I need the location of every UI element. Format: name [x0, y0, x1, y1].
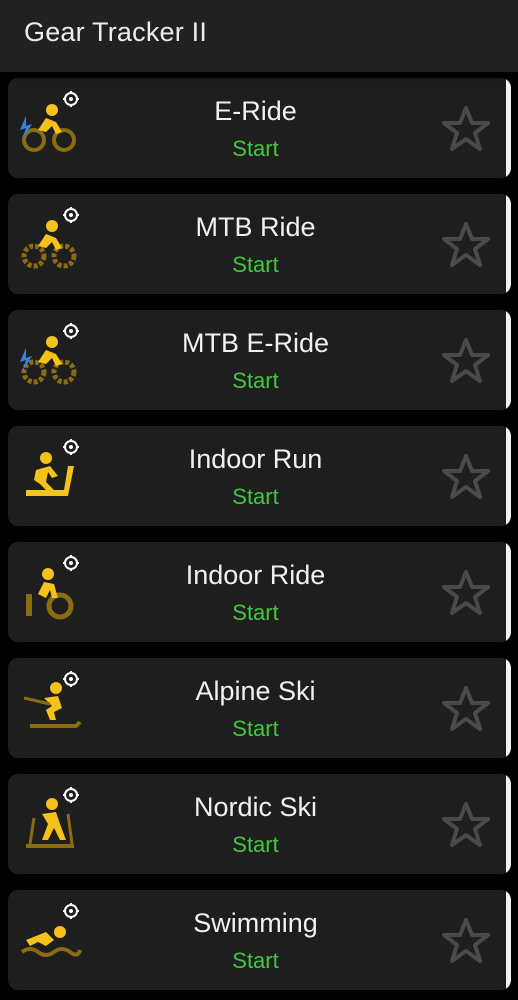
activity-card-mtb-ride[interactable]: MTB Ride Start [8, 194, 511, 294]
activity-card-indoor-run[interactable]: Indoor Run Start [8, 426, 511, 526]
start-button[interactable]: Start [8, 368, 503, 394]
activity-card-alpine-ski[interactable]: Alpine Ski Start [8, 658, 511, 758]
activity-name: MTB Ride [195, 212, 316, 242]
scroll-edge [506, 194, 511, 294]
start-button[interactable]: Start [8, 948, 503, 974]
start-button[interactable]: Start [8, 832, 503, 858]
app-bar: Gear Tracker II [0, 0, 518, 72]
activity-name: Indoor Run [188, 444, 323, 474]
start-button[interactable]: Start [8, 252, 503, 278]
scroll-edge [506, 542, 511, 642]
activity-card-e-ride[interactable]: E-Ride Start [8, 78, 511, 178]
favorite-star-icon[interactable] [440, 916, 492, 966]
start-button[interactable]: Start [8, 484, 503, 510]
scroll-edge [506, 310, 511, 410]
activity-name: Nordic Ski [193, 792, 318, 822]
activity-card-mtb-e-ride[interactable]: MTB E-Ride Start [8, 310, 511, 410]
activity-name: Swimming [193, 908, 318, 938]
activity-card-indoor-ride[interactable]: Indoor Ride Start [8, 542, 511, 642]
favorite-star-icon[interactable] [440, 568, 492, 618]
scroll-edge [506, 890, 511, 990]
activity-name: E-Ride [214, 96, 297, 126]
app-title: Gear Tracker II [24, 17, 208, 47]
favorite-star-icon[interactable] [440, 800, 492, 850]
activity-name: Alpine Ski [195, 676, 316, 706]
favorite-star-icon[interactable] [440, 336, 492, 386]
favorite-star-icon[interactable] [440, 104, 492, 154]
scroll-edge [506, 658, 511, 758]
activity-name: Indoor Ride [185, 560, 326, 590]
activity-card-nordic-ski[interactable]: Nordic Ski Start [8, 774, 511, 874]
start-button[interactable]: Start [8, 136, 503, 162]
scroll-edge [506, 426, 511, 526]
start-button[interactable]: Start [8, 716, 503, 742]
activity-name: MTB E-Ride [181, 328, 330, 358]
activity-card-swimming[interactable]: Swimming Start [8, 890, 511, 990]
scroll-edge [506, 78, 511, 178]
scroll-edge [506, 774, 511, 874]
favorite-star-icon[interactable] [440, 220, 492, 270]
start-button[interactable]: Start [8, 600, 503, 626]
favorite-star-icon[interactable] [440, 684, 492, 734]
favorite-star-icon[interactable] [440, 452, 492, 502]
